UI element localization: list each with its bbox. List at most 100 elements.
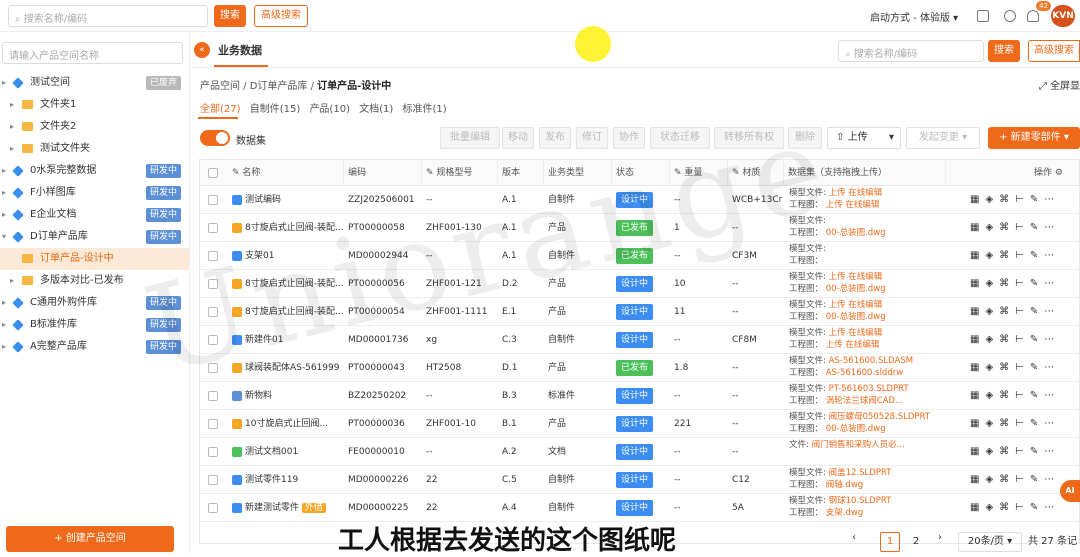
cell-name[interactable]: 测试编码 bbox=[228, 186, 344, 214]
row-actions[interactable]: ▦◈⌘⊢✎⋯ bbox=[970, 410, 1060, 438]
row-checkbox[interactable] bbox=[208, 307, 218, 317]
sidebar-item-order-designing[interactable]: 订单产品-设计中 bbox=[0, 248, 189, 270]
sidebar-item-docs[interactable]: ▸ E企业文档 研发中 bbox=[0, 204, 189, 226]
cell-name[interactable]: 新建件01 bbox=[228, 326, 344, 354]
row-actions[interactable]: ▦◈⌘⊢✎⋯ bbox=[970, 326, 1060, 354]
data-search-input[interactable]: ⌕ 搜索名称/编码 bbox=[838, 40, 984, 62]
page-size-select[interactable]: 20条/页 ▾ bbox=[958, 532, 1022, 552]
cell-name[interactable]: 测试零件119 bbox=[228, 466, 344, 494]
new-part-button[interactable]: + 新建零部件 ▾ bbox=[988, 127, 1080, 149]
col-status[interactable]: 状态 bbox=[612, 160, 670, 186]
table-row[interactable]: 新物料 BZ20250202 -- B.3 标准件 设计中 -- -- 模型文件: PT-561… bbox=[200, 382, 1079, 410]
row-checkbox[interactable] bbox=[208, 447, 218, 457]
cell-name[interactable]: 8寸旋启式止回阀-装配... bbox=[228, 214, 344, 242]
space-search-input[interactable]: 请输入产品空间名称 bbox=[2, 42, 183, 64]
cell-dataset[interactable]: 模型文件: PT-561603.SLDPRT 工程图： 涡轮法兰球阀CAD... bbox=[789, 383, 945, 407]
sidebar-item-test-folder[interactable]: ▸ 测试文件夹 bbox=[0, 138, 189, 160]
sidebar-item-folder2[interactable]: ▸ 文件夹2 bbox=[0, 116, 189, 138]
col-dataset[interactable]: 数据集（支持拖拽上传） bbox=[784, 160, 946, 186]
row-checkbox[interactable] bbox=[208, 335, 218, 345]
page-1-button[interactable]: 1 bbox=[880, 532, 900, 552]
cell-dataset[interactable]: 文件: 阀门销售和采购人员必... bbox=[789, 439, 945, 451]
sidebar-item-order-lib[interactable]: ▾ D订单产品库 研发中 bbox=[0, 226, 189, 248]
sidebar-item-folder1[interactable]: ▸ 文件夹1 bbox=[0, 94, 189, 116]
table-row[interactable]: 测试文档001 FE00000010 -- A.2 文档 设计中 -- -- 文件: 阀门销售和… bbox=[200, 438, 1079, 466]
delete-button[interactable]: 删除 bbox=[788, 127, 822, 149]
tab-business-data[interactable]: 业务数据 bbox=[218, 42, 262, 58]
cell-dataset[interactable]: 模型文件: 上传 在线编辑 工程图： 上传 在线编辑 bbox=[789, 327, 945, 351]
row-actions[interactable]: ▦◈⌘⊢✎⋯ bbox=[970, 494, 1060, 522]
sidebar-item-standard[interactable]: ▸ B标准件库 研发中 bbox=[0, 314, 189, 336]
initiate-change-dropdown[interactable]: 发起变更 ▾ bbox=[906, 127, 980, 149]
cell-name[interactable]: 新建测试零件 外借 bbox=[228, 494, 344, 522]
global-advanced-search-button[interactable]: 高级搜索 bbox=[254, 5, 308, 27]
ai-assistant-button[interactable]: AI bbox=[1060, 480, 1080, 502]
bell-icon[interactable] bbox=[1027, 10, 1039, 22]
global-search-input[interactable]: ⌕ 搜索名称/编码 bbox=[8, 5, 208, 27]
row-actions[interactable]: ▦◈⌘⊢✎⋯ bbox=[970, 354, 1060, 382]
cell-dataset[interactable]: 模型文件: 上传 在线编辑 工程图： 上传 在线编辑 bbox=[789, 187, 945, 211]
collaborate-button[interactable]: 协作 bbox=[613, 127, 645, 149]
row-actions[interactable]: ▦◈⌘⊢✎⋯ bbox=[970, 382, 1060, 410]
cell-dataset[interactable]: 模型文件: 钢球10.SLDPRT 工程图： 支架.dwg bbox=[789, 495, 945, 519]
download-icon[interactable] bbox=[977, 10, 989, 22]
table-row[interactable]: 8寸旋启式止回阀-装配... PT00000054 ZHF001-1111 E.1 产品… bbox=[200, 298, 1079, 326]
table-row[interactable]: 测试编码 ZZJ202506001 -- A.1 自制件 设计中 -- WCB+13Cr 模型文… bbox=[200, 186, 1079, 214]
row-checkbox[interactable] bbox=[208, 279, 218, 289]
col-name[interactable]: ✎ 名称 bbox=[228, 160, 344, 186]
row-checkbox[interactable] bbox=[208, 223, 218, 233]
row-actions[interactable]: ▦◈⌘⊢✎⋯ bbox=[970, 270, 1060, 298]
dataset-toggle[interactable] bbox=[200, 130, 230, 146]
row-actions[interactable]: ▦◈⌘⊢✎⋯ bbox=[970, 298, 1060, 326]
cell-name[interactable]: 10寸旋启式止回阀... bbox=[228, 410, 344, 438]
upload-dropdown[interactable]: ⇧ 上传 ▾ bbox=[827, 127, 901, 149]
cell-dataset[interactable]: 模型文件: 工程图： 00-总装图.dwg bbox=[789, 215, 945, 239]
col-type[interactable]: 业务类型 bbox=[544, 160, 612, 186]
create-space-button[interactable]: + 创建产品空间 bbox=[6, 526, 174, 552]
next-page-button[interactable]: › bbox=[938, 532, 942, 543]
row-checkbox[interactable] bbox=[208, 363, 218, 373]
help-icon[interactable] bbox=[1004, 10, 1016, 22]
cell-name[interactable]: 8寸旋启式止回阀-装配... bbox=[228, 298, 344, 326]
sidebar-item-multi-version[interactable]: ▸ 多版本对比-已发布 bbox=[0, 270, 189, 292]
filter-all[interactable]: 全部(27) bbox=[200, 104, 241, 115]
cell-dataset[interactable]: 模型文件: 上传 在线编辑 工程图： 00-总装图.dwg bbox=[789, 271, 945, 295]
cell-name[interactable]: 支架01 bbox=[228, 242, 344, 270]
cell-dataset[interactable]: 模型文件: 阀盖12.SLDPRT 工程图： 阀轴.dwg bbox=[789, 467, 945, 491]
table-row[interactable]: 新建件01 MD00001736 xg C.3 自制件 设计中 -- CF8M 模型文件: 上传… bbox=[200, 326, 1079, 354]
fullscreen-button[interactable]: ⤢ 全屏显 bbox=[1039, 77, 1080, 92]
row-checkbox[interactable] bbox=[208, 419, 218, 429]
row-actions[interactable]: ▦◈⌘⊢✎⋯ bbox=[970, 466, 1060, 494]
sidebar-item-sample-lib[interactable]: ▸ F小样图库 研发中 bbox=[0, 182, 189, 204]
row-actions[interactable]: ▦◈⌘⊢✎⋯ bbox=[970, 214, 1060, 242]
table-row[interactable]: 8寸旋启式止回阀-装配... PT00000056 ZHF001-121 D.2 产品 设… bbox=[200, 270, 1079, 298]
row-actions[interactable]: ▦◈⌘⊢✎⋯ bbox=[970, 186, 1060, 214]
cell-name[interactable]: 8寸旋启式止回阀-装配... bbox=[228, 270, 344, 298]
sidebar-item-pump[interactable]: ▸ 0水泵完整数据 研发中 bbox=[0, 160, 189, 182]
col-code[interactable]: 编码 bbox=[344, 160, 422, 186]
col-material[interactable]: ✎ 材质 bbox=[728, 160, 784, 186]
move-button[interactable]: 移动 bbox=[502, 127, 534, 149]
publish-button[interactable]: 发布 bbox=[539, 127, 571, 149]
table-row[interactable]: 球阀装配体AS-561999 PT00000043 HT2508 D.1 产品 已发布 1.… bbox=[200, 354, 1079, 382]
cell-dataset[interactable]: 模型文件: AS-561600.SLDASM 工程图： AS-561600.sld… bbox=[789, 355, 945, 379]
sidebar-item-test-space[interactable]: ▸ 测试空间 已废弃 bbox=[0, 72, 189, 94]
select-all-checkbox[interactable] bbox=[208, 168, 218, 178]
launch-mode-dropdown[interactable]: 启动方式 - 体验版 ▾ bbox=[870, 9, 958, 24]
cell-dataset[interactable]: 模型文件: 上传 在线编辑 工程图： 00-总装图.dwg bbox=[789, 299, 945, 323]
prev-page-button[interactable]: ‹ bbox=[852, 532, 856, 543]
sidebar-item-full-product[interactable]: ▸ A完整产品库 研发中 bbox=[0, 336, 189, 358]
global-search-button[interactable]: 搜索 bbox=[214, 5, 246, 27]
page-2-button[interactable]: 2 bbox=[906, 532, 926, 552]
revise-button[interactable]: 修订 bbox=[576, 127, 608, 149]
col-weight[interactable]: ✎ 重量 bbox=[670, 160, 728, 186]
row-checkbox[interactable] bbox=[208, 503, 218, 513]
row-checkbox[interactable] bbox=[208, 475, 218, 485]
avatar[interactable]: KVN bbox=[1051, 5, 1075, 27]
filter-product[interactable]: 产品(10) bbox=[309, 104, 350, 115]
table-row[interactable]: 支架01 MD00002944 -- A.1 自制件 已发布 -- CF3M 模型文件: 工程图… bbox=[200, 242, 1079, 270]
state-transition-button[interactable]: 状态迁移 bbox=[650, 127, 710, 149]
filter-self-made[interactable]: 自制件(15) bbox=[250, 104, 301, 115]
row-checkbox[interactable] bbox=[208, 251, 218, 261]
cell-name[interactable]: 球阀装配体AS-561999 bbox=[228, 354, 344, 382]
